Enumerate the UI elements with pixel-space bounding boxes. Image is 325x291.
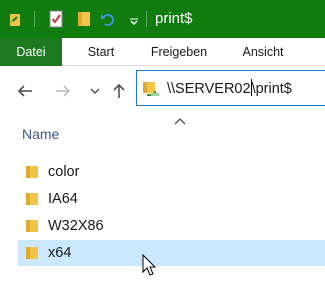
forward-arrow-icon[interactable] bbox=[52, 80, 74, 102]
recent-locations-chevron-icon[interactable] bbox=[84, 80, 106, 102]
quick-access-separator bbox=[34, 11, 35, 27]
tab-ansicht[interactable]: Ansicht bbox=[234, 38, 292, 66]
folder-icon bbox=[26, 246, 40, 260]
up-arrow-icon[interactable] bbox=[108, 80, 130, 102]
folder-name: IA64 bbox=[48, 191, 78, 207]
network-location-icon bbox=[141, 78, 161, 98]
list-item-selected[interactable]: x64 bbox=[18, 240, 325, 266]
folder-icon bbox=[26, 219, 40, 233]
mouse-pointer-icon bbox=[142, 253, 158, 278]
list-item[interactable]: W32X86 bbox=[18, 213, 325, 239]
address-path[interactable]: \\SERVER02\print$ bbox=[167, 79, 292, 99]
new-folder-icon[interactable] bbox=[74, 9, 94, 29]
address-path-share: \print$ bbox=[251, 81, 292, 97]
title-bar: print$ bbox=[0, 0, 325, 38]
list-item[interactable]: color bbox=[18, 159, 325, 185]
folder-icon bbox=[26, 192, 40, 206]
tab-freigeben[interactable]: Freigeben bbox=[144, 38, 214, 66]
folder-icon bbox=[26, 165, 40, 179]
window-title: print$ bbox=[155, 10, 193, 27]
address-bar[interactable]: \\SERVER02\print$ bbox=[136, 70, 325, 106]
folder-name: color bbox=[48, 164, 80, 180]
pin-icon[interactable] bbox=[6, 9, 26, 29]
properties-check-icon[interactable] bbox=[46, 9, 66, 29]
back-arrow-icon[interactable] bbox=[14, 80, 36, 102]
undo-icon[interactable] bbox=[98, 9, 118, 29]
folder-name: x64 bbox=[48, 245, 72, 261]
title-separator bbox=[146, 11, 147, 27]
address-path-server: \\SERVER02 bbox=[167, 81, 251, 97]
folder-name: W32X86 bbox=[48, 218, 104, 234]
column-header-name[interactable]: Name bbox=[22, 124, 59, 144]
tab-start[interactable]: Start bbox=[78, 38, 124, 66]
collapse-ribbon-chevron-icon[interactable] bbox=[172, 113, 188, 125]
customize-dropdown-icon[interactable] bbox=[124, 9, 144, 29]
tab-datei[interactable]: Datei bbox=[0, 38, 62, 66]
list-item[interactable]: IA64 bbox=[18, 186, 325, 212]
ribbon-tabs: Datei Start Freigeben Ansicht bbox=[0, 38, 325, 66]
